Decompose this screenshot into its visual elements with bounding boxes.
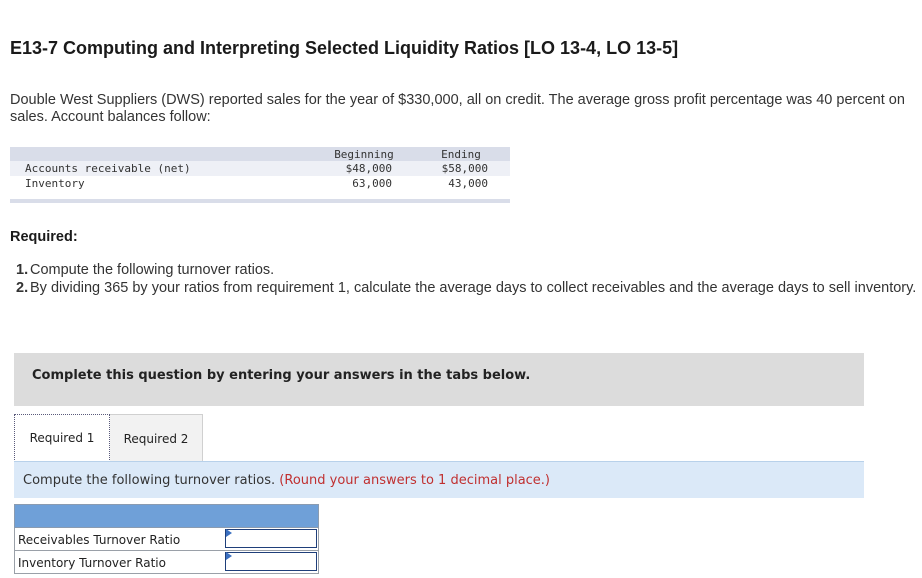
table-row: Accounts receivable (net) $48,000 $58,00…	[10, 161, 510, 176]
answer-table-header	[14, 504, 319, 528]
problem-intro: Double West Suppliers (DWS) reported sal…	[10, 92, 905, 125]
prompt-text: Compute the following turnover ratios. (…	[23, 473, 550, 488]
account-label: Accounts receivable (net)	[25, 162, 191, 175]
input-marker-icon	[226, 529, 232, 537]
tab-required-1[interactable]: Required 1	[14, 414, 110, 462]
input-marker-icon	[226, 552, 232, 560]
inventory-turnover-input[interactable]	[225, 552, 317, 571]
question-prompt: Compute the following turnover ratios. (…	[14, 461, 864, 498]
item-number: 1.	[16, 262, 29, 278]
table-row: Inventory Turnover Ratio	[14, 551, 319, 574]
table-footer-bar	[10, 199, 510, 203]
account-balances-table: Beginning Ending Accounts receivable (ne…	[10, 147, 510, 203]
inventory-turnover-label: Inventory Turnover Ratio	[18, 556, 166, 570]
ending-value: $58,000	[441, 162, 488, 175]
receivables-turnover-label: Receivables Turnover Ratio	[18, 533, 181, 547]
table-row: Inventory 63,000 43,000	[10, 176, 510, 191]
account-label: Inventory	[25, 177, 85, 190]
table-row: Receivables Turnover Ratio	[14, 528, 319, 551]
beginning-value: $48,000	[345, 162, 392, 175]
account-table-header: Beginning Ending	[10, 147, 510, 161]
item-number: 2.	[16, 280, 29, 296]
page-title: E13-7 Computing and Interpreting Selecte…	[10, 38, 679, 58]
instructions-text: Complete this question by entering your …	[32, 368, 531, 383]
requirements-list: 1. Compute the following turnover ratios…	[16, 262, 922, 298]
instructions-banner: Complete this question by entering your …	[14, 353, 864, 406]
prompt-main: Compute the following turnover ratios.	[23, 473, 276, 488]
item-text: By dividing 365 by your ratios from requ…	[30, 280, 917, 296]
tab-required-2[interactable]: Required 2	[110, 414, 203, 462]
required-heading: Required:	[10, 229, 78, 245]
item-text: Compute the following turnover ratios.	[30, 262, 275, 278]
answer-table: Receivables Turnover Ratio Inventory Tur…	[14, 504, 319, 574]
receivables-turnover-input[interactable]	[225, 529, 317, 548]
beginning-value: 63,000	[352, 177, 392, 190]
ending-header: Ending	[441, 148, 481, 161]
tab-label: Required 2	[123, 431, 189, 446]
tab-label: Required 1	[29, 431, 95, 445]
rounding-note: (Round your answers to 1 decimal place.)	[279, 473, 551, 488]
beginning-header: Beginning	[334, 148, 394, 161]
list-item: 1. Compute the following turnover ratios…	[16, 262, 922, 279]
ending-value: 43,000	[448, 177, 488, 190]
list-item: 2. By dividing 365 by your ratios from r…	[16, 280, 922, 297]
